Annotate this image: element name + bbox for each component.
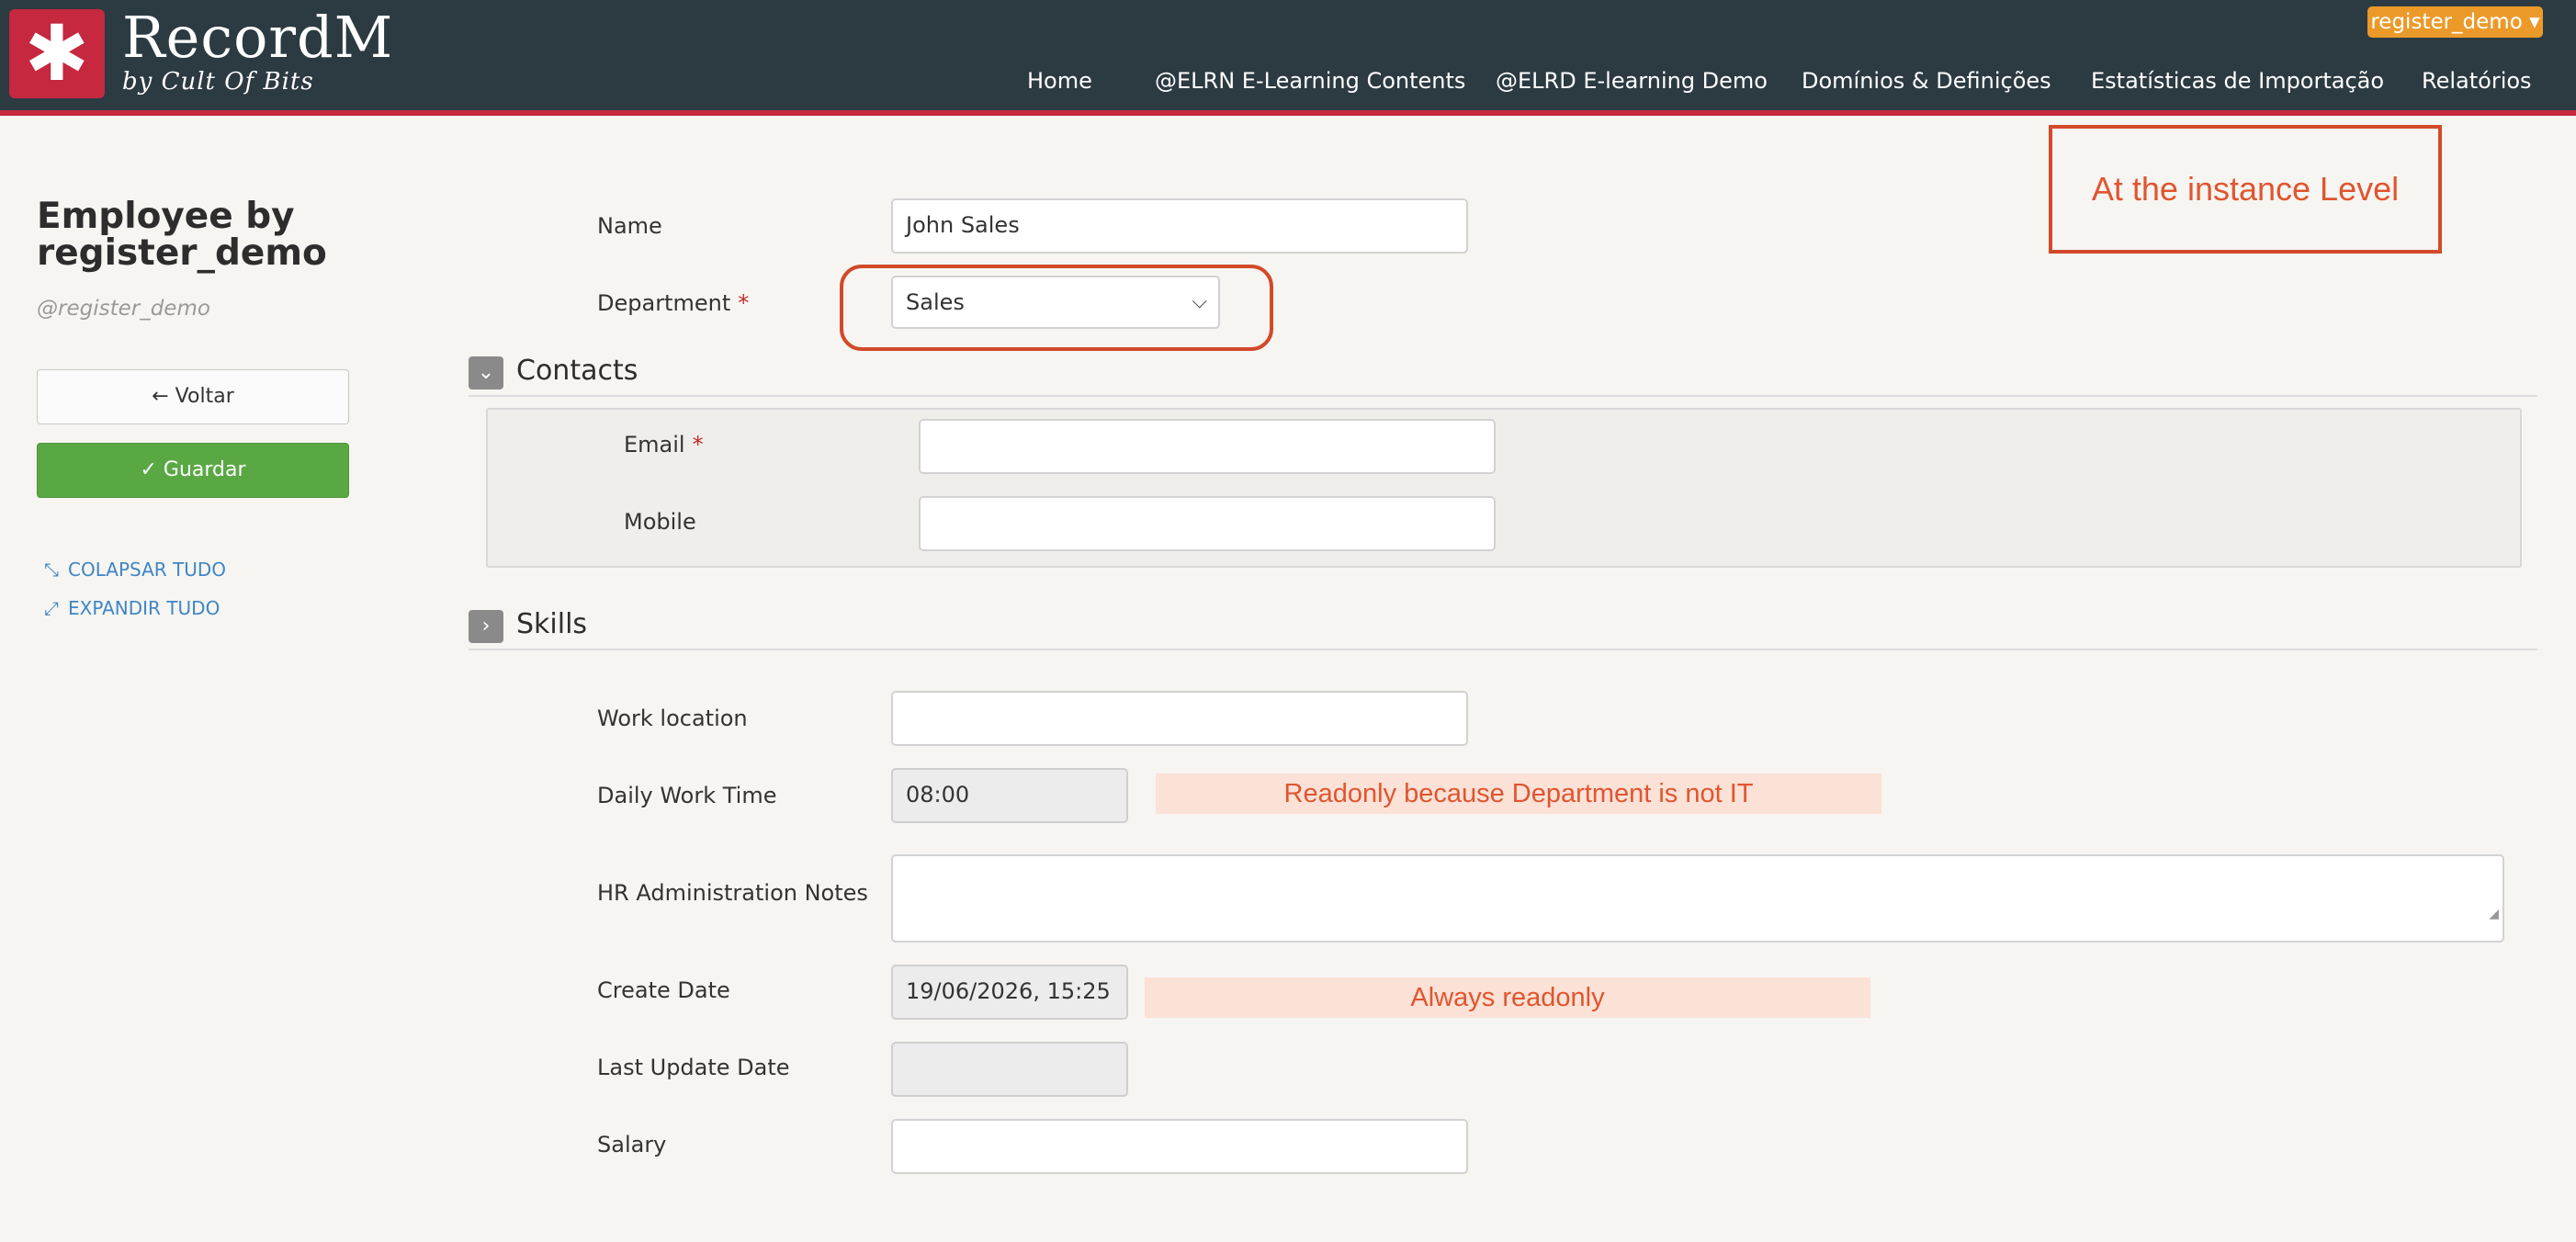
create-date-label: Create Date bbox=[597, 977, 730, 1003]
recordm-logo-icon[interactable]: ✱ bbox=[9, 9, 105, 98]
expand-all-label: EXPANDIR TUDO bbox=[68, 597, 220, 619]
required-mark: * bbox=[738, 290, 750, 316]
contacts-section-header[interactable]: ⌄ Contacts bbox=[469, 355, 2537, 397]
department-value: Sales bbox=[906, 289, 965, 315]
contacts-title: Contacts bbox=[516, 355, 638, 387]
daily-work-time-input: 08:00 bbox=[891, 768, 1128, 823]
department-label: Department * bbox=[597, 290, 749, 316]
readonly-department-note: Readonly because Department is not IT bbox=[1156, 773, 1881, 814]
page-subtitle: @register_demo bbox=[37, 297, 210, 321]
brand-name: RecordM bbox=[122, 4, 394, 71]
save-button[interactable]: ✓ Guardar bbox=[37, 443, 349, 498]
collapse-all-label: COLAPSAR TUDO bbox=[68, 559, 227, 581]
department-label-text: Department bbox=[597, 290, 731, 316]
page-title-line1: Employee by bbox=[37, 196, 295, 237]
collapse-icon: ⤡ bbox=[44, 559, 59, 581]
salary-label: Salary bbox=[597, 1132, 667, 1157]
always-readonly-note: Always readonly bbox=[1145, 977, 1870, 1018]
collapse-all-link[interactable]: ⤡ COLAPSAR TUDO bbox=[44, 559, 226, 581]
chevron-down-icon[interactable]: ⌄ bbox=[469, 356, 503, 390]
create-date-input: 19/06/2026, 15:25 bbox=[891, 965, 1128, 1020]
instance-level-text: At the instance Level bbox=[2091, 170, 2400, 208]
last-update-date-input bbox=[891, 1042, 1128, 1097]
email-input[interactable] bbox=[919, 419, 1496, 474]
instance-level-callout: At the instance Level bbox=[2049, 125, 2442, 254]
resize-handle-icon[interactable]: ◢ bbox=[2489, 889, 2499, 939]
contacts-panel bbox=[486, 408, 2522, 568]
work-location-input[interactable] bbox=[891, 691, 1468, 746]
email-label-text: Email bbox=[624, 432, 685, 457]
nav-item-home[interactable]: Home bbox=[1027, 68, 1092, 94]
nav-item-elrn-contents[interactable]: @ELRN E-Learning Contents bbox=[1155, 68, 1465, 94]
daily-work-time-label: Daily Work Time bbox=[597, 783, 777, 808]
department-select[interactable]: Sales ⌵ bbox=[891, 276, 1220, 329]
last-update-date-label: Last Update Date bbox=[597, 1055, 790, 1080]
work-location-label: Work location bbox=[597, 706, 748, 731]
brand-subtitle: by Cult Of Bits bbox=[122, 68, 314, 96]
nav-item-estatisticas[interactable]: Estatísticas de Importação bbox=[2091, 68, 2384, 94]
expand-all-link[interactable]: ⤢ EXPANDIR TUDO bbox=[44, 597, 220, 619]
name-label: Name bbox=[597, 213, 662, 239]
chevron-right-icon[interactable]: › bbox=[469, 610, 503, 643]
salary-input[interactable] bbox=[891, 1119, 1468, 1174]
hr-notes-label: HR Administration Notes bbox=[597, 880, 868, 906]
user-menu-button[interactable]: register_demo ▾ bbox=[2367, 6, 2543, 38]
nav-item-elrd-demo[interactable]: @ELRD E-learning Demo bbox=[1496, 68, 1768, 94]
name-input[interactable]: John Sales bbox=[891, 198, 1468, 254]
nav-item-dominios[interactable]: Domínios & Definições bbox=[1802, 68, 2051, 94]
page-title: Employee by register_demo bbox=[37, 198, 327, 272]
email-label: Email * bbox=[624, 432, 704, 457]
back-button[interactable]: ← Voltar bbox=[37, 369, 349, 424]
skills-section-header[interactable]: › Skills bbox=[469, 608, 2537, 650]
page-title-line2: register_demo bbox=[37, 232, 327, 274]
skills-title: Skills bbox=[516, 608, 588, 640]
mobile-input[interactable] bbox=[919, 496, 1496, 551]
expand-icon: ⤢ bbox=[44, 597, 59, 619]
hr-notes-textarea[interactable]: ◢ bbox=[891, 854, 2504, 943]
mobile-label: Mobile bbox=[624, 509, 696, 535]
nav-item-relatorios[interactable]: Relatórios bbox=[2422, 68, 2532, 94]
chevron-down-icon: ⌵ bbox=[1192, 290, 1207, 313]
required-mark: * bbox=[692, 432, 704, 457]
